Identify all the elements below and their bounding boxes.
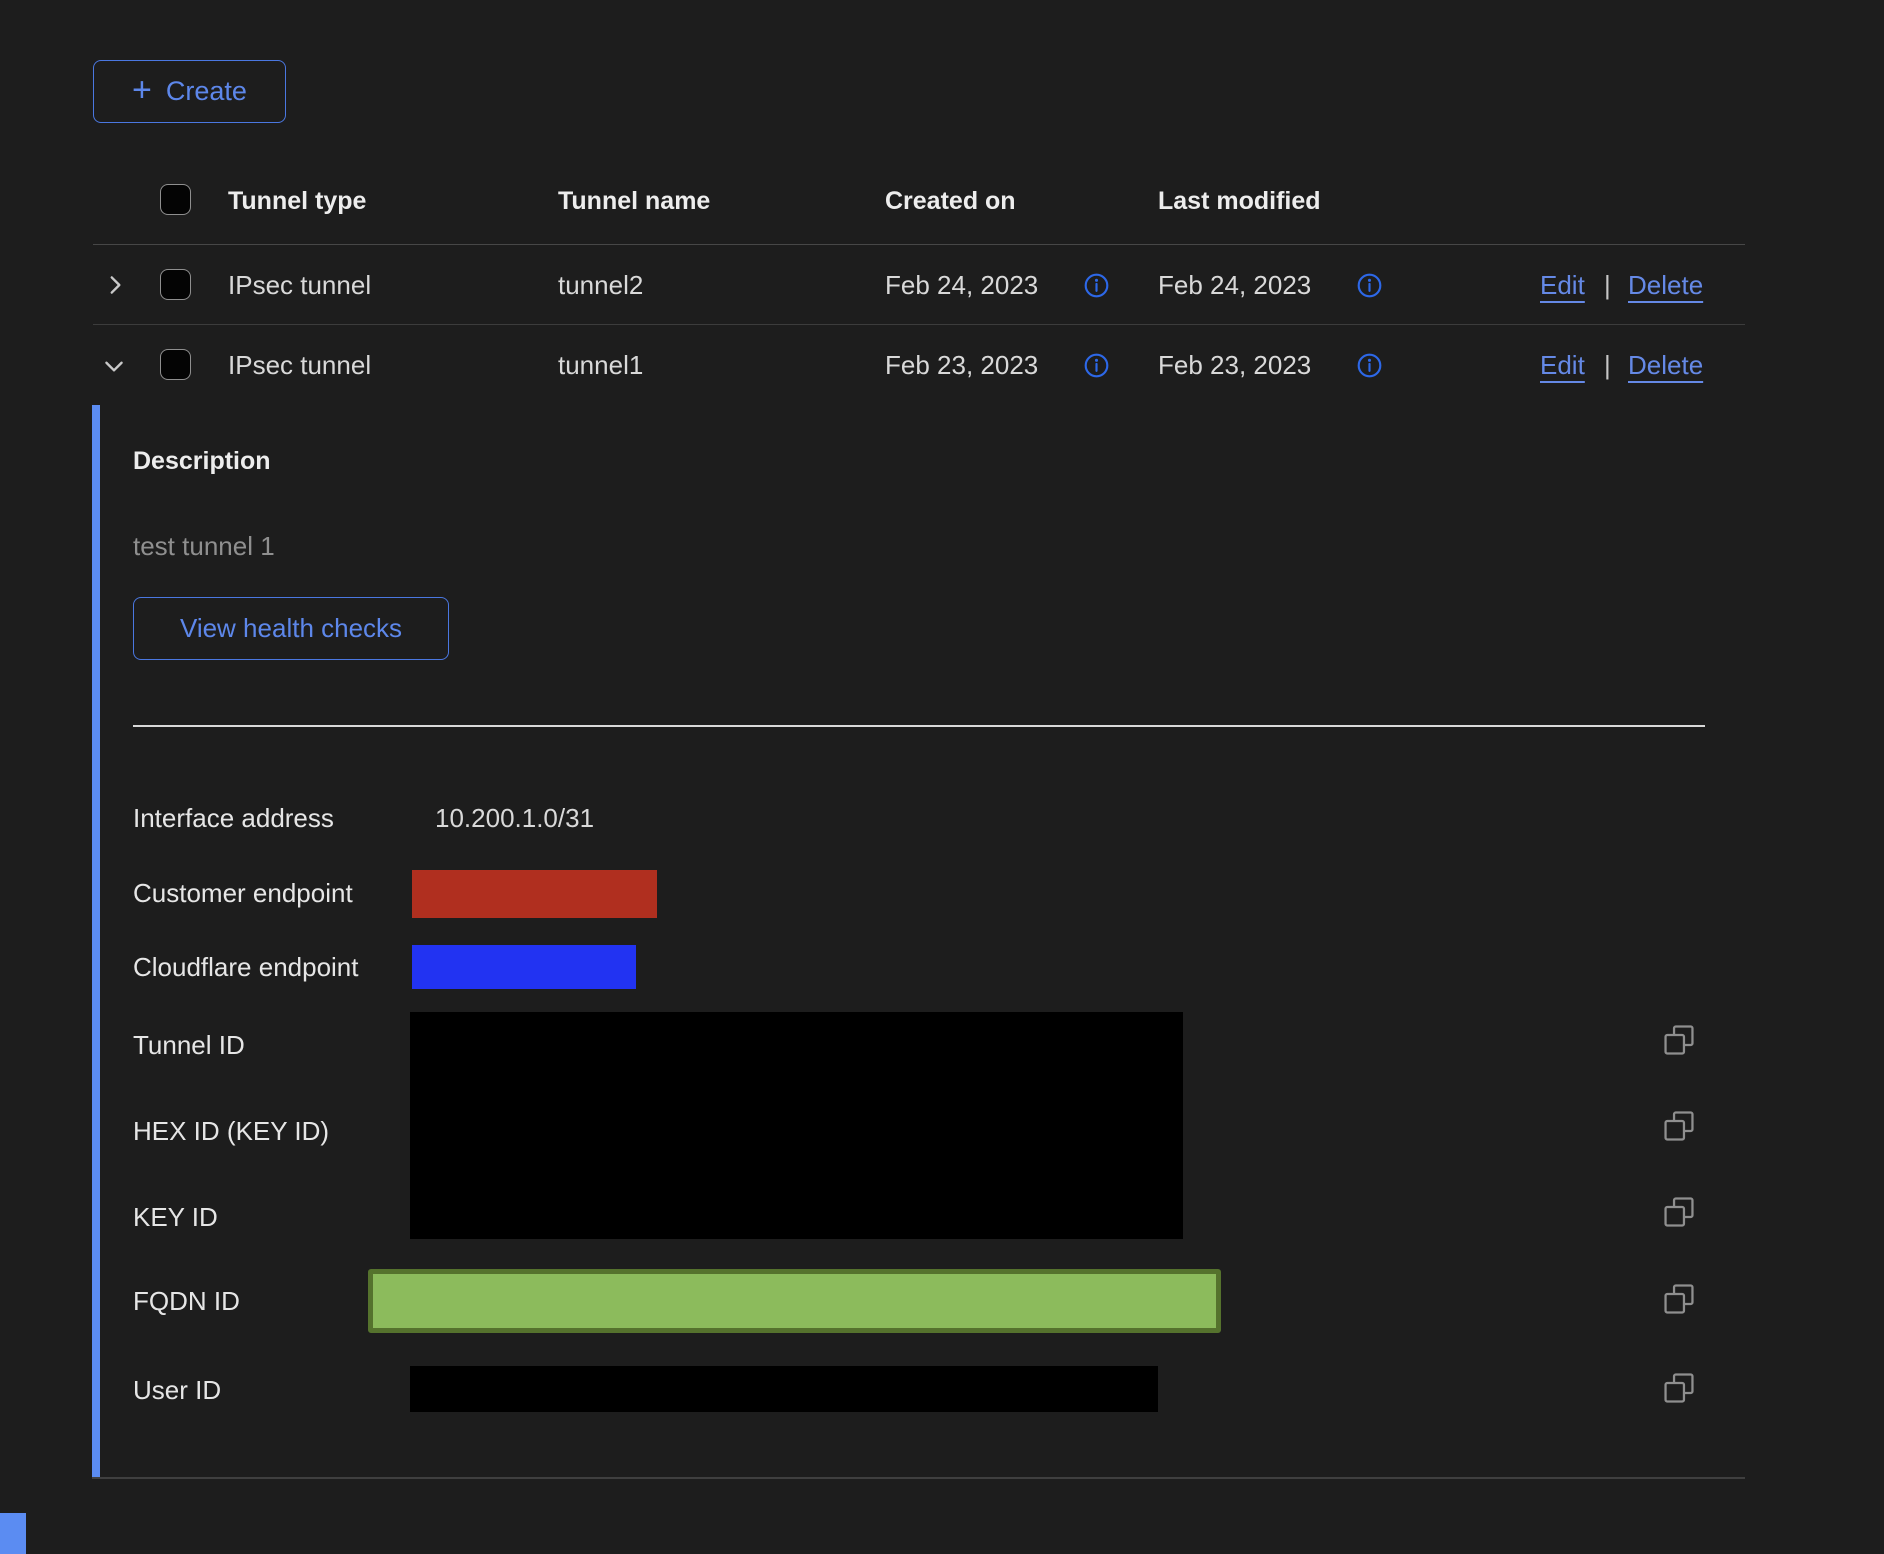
copy-hex-id-button[interactable]	[1662, 1108, 1698, 1144]
ids-redacted-value-block	[410, 1012, 1183, 1239]
scrolled-accent-bar-fragment	[0, 1513, 26, 1554]
customer-endpoint-redacted-value	[412, 870, 657, 918]
created-on-cell: Feb 24, 2023	[885, 270, 1038, 300]
edit-link[interactable]: Edit	[1540, 270, 1585, 300]
tunnel-type-cell: IPsec tunnel	[228, 350, 371, 380]
info-icon[interactable]	[1083, 272, 1110, 299]
panel-bottom-border	[92, 1477, 1745, 1479]
delete-link[interactable]: Delete	[1628, 270, 1703, 300]
copy-fqdn-id-button[interactable]	[1662, 1281, 1698, 1317]
info-icon[interactable]	[1356, 352, 1383, 379]
tunnel-name-cell: tunnel2	[558, 270, 643, 300]
tunnel-name-cell: tunnel1	[558, 350, 643, 380]
column-header-last-modified: Last modified	[1158, 186, 1321, 216]
view-health-checks-button[interactable]: View health checks	[133, 597, 449, 660]
column-header-tunnel-name: Tunnel name	[558, 186, 710, 216]
action-separator: |	[1604, 350, 1611, 380]
user-id-label: User ID	[133, 1374, 221, 1406]
copy-tunnel-id-button[interactable]	[1662, 1022, 1698, 1058]
edit-link[interactable]: Edit	[1540, 350, 1585, 380]
copy-user-id-button[interactable]	[1662, 1370, 1698, 1406]
chevron-right-icon[interactable]	[102, 272, 128, 298]
cloudflare-endpoint-redacted-value	[412, 945, 636, 989]
expanded-row-accent-bar	[92, 405, 100, 1477]
user-id-redacted-value	[410, 1366, 1158, 1412]
description-label: Description	[133, 446, 271, 476]
cloudflare-endpoint-label: Cloudflare endpoint	[133, 951, 359, 983]
row-checkbox[interactable]	[160, 349, 191, 380]
last-modified-cell: Feb 24, 2023	[1158, 270, 1311, 300]
delete-link[interactable]: Delete	[1628, 350, 1703, 380]
plus-icon: +	[132, 75, 152, 105]
hex-id-label: HEX ID (KEY ID)	[133, 1115, 329, 1147]
interface-address-value: 10.200.1.0/31	[435, 802, 594, 834]
create-button[interactable]: + Create	[93, 60, 286, 123]
key-id-label: KEY ID	[133, 1201, 218, 1233]
tunnel-type-cell: IPsec tunnel	[228, 270, 371, 300]
tunnel-id-label: Tunnel ID	[133, 1029, 245, 1061]
interface-address-label: Interface address	[133, 802, 334, 834]
info-icon[interactable]	[1083, 352, 1110, 379]
customer-endpoint-label: Customer endpoint	[133, 877, 353, 909]
created-on-cell: Feb 23, 2023	[885, 350, 1038, 380]
ipsec-tunnels-page: + Create Tunnel type Tunnel name Created…	[0, 0, 1884, 1554]
section-divider	[133, 725, 1705, 727]
row-divider	[93, 324, 1745, 325]
action-separator: |	[1604, 270, 1611, 300]
view-health-checks-label: View health checks	[180, 613, 402, 644]
description-value: test tunnel 1	[133, 531, 275, 561]
column-header-tunnel-type: Tunnel type	[228, 186, 366, 216]
last-modified-cell: Feb 23, 2023	[1158, 350, 1311, 380]
create-button-label: Create	[166, 76, 247, 107]
header-divider	[93, 244, 1745, 245]
chevron-down-icon[interactable]	[100, 353, 128, 379]
info-icon[interactable]	[1356, 272, 1383, 299]
column-header-created-on: Created on	[885, 186, 1016, 216]
fqdn-id-label: FQDN ID	[133, 1285, 240, 1317]
copy-key-id-button[interactable]	[1662, 1194, 1698, 1230]
row-checkbox[interactable]	[160, 269, 191, 300]
fqdn-id-redacted-value	[368, 1269, 1221, 1333]
select-all-checkbox[interactable]	[160, 184, 191, 215]
